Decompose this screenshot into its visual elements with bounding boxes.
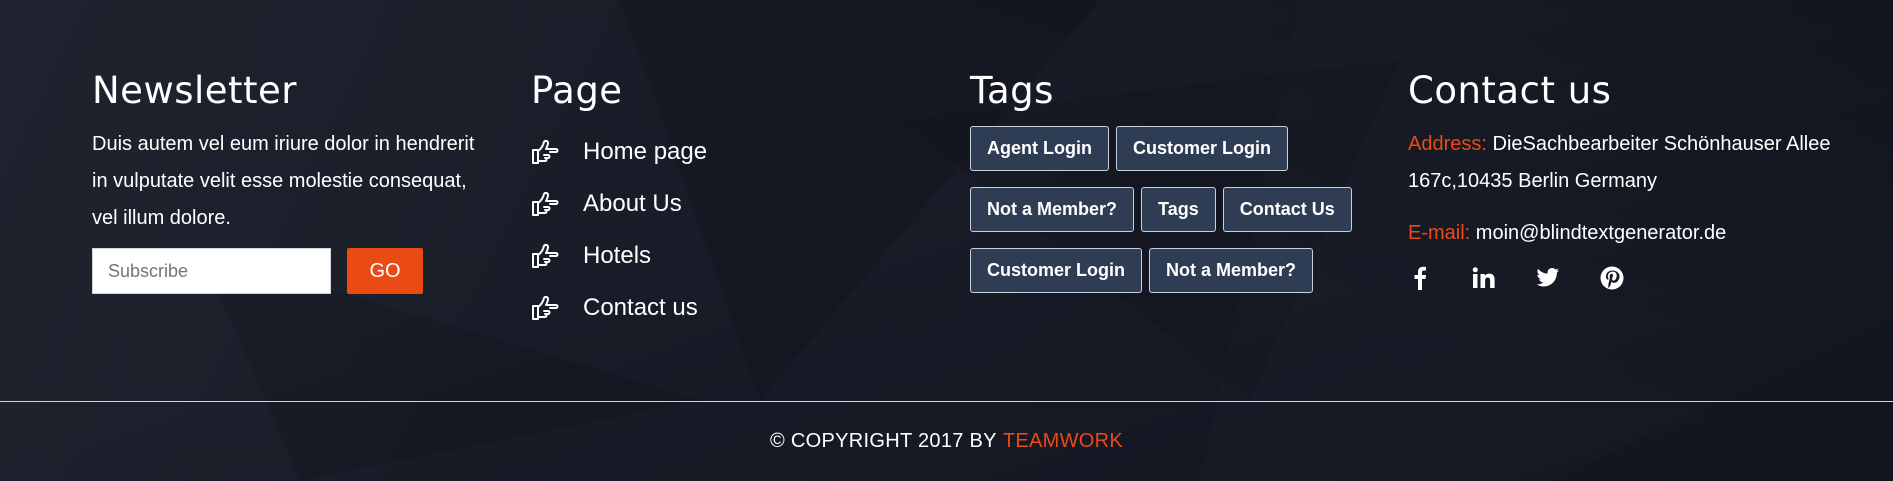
subscribe-input[interactable]: [92, 248, 331, 294]
tags-title: Tags: [970, 69, 1054, 112]
tag-customer-login[interactable]: Customer Login: [1115, 126, 1288, 171]
brand-link[interactable]: TEAMWORK: [1003, 430, 1123, 453]
tag-tags[interactable]: Tags: [1141, 187, 1216, 232]
social-links: [1408, 266, 1848, 290]
email-value[interactable]: moin@blindtextgenerator.de: [1476, 222, 1726, 244]
hand-pointing-right-icon: [532, 295, 559, 320]
copyright-text: © COPYRIGHT 2017 BY: [769, 430, 997, 452]
facebook-icon[interactable]: [1408, 266, 1432, 290]
tags-section: Tags Agent Login Customer Login Not a Me…: [970, 68, 1370, 309]
contact-email: E-mail: moin@blindtextgenerator.de: [1408, 215, 1848, 252]
page-link-label: Home page: [583, 138, 708, 165]
tag-contact-us[interactable]: Contact Us: [1222, 187, 1352, 232]
contact-title: Contact us: [1408, 69, 1612, 112]
tag-customer-login[interactable]: Customer Login: [970, 248, 1142, 293]
copyright-bar: © COPYRIGHT 2017 BY TEAMWORK: [0, 402, 1893, 481]
hand-pointing-right-icon: [532, 243, 559, 268]
contact-section: Contact us Address: DieSachbearbeiter Sc…: [1408, 68, 1848, 290]
page-link-label: Hotels: [583, 242, 652, 269]
tag-not-a-member[interactable]: Not a Member?: [970, 187, 1135, 232]
newsletter-text: Duis autem vel eum iriure dolor in hendr…: [92, 133, 475, 229]
newsletter-title: Newsletter: [92, 69, 298, 112]
tag-not-a-member[interactable]: Not a Member?: [1149, 248, 1314, 293]
linkedin-icon[interactable]: [1472, 266, 1496, 290]
twitter-icon[interactable]: [1536, 266, 1560, 290]
tag-agent-login[interactable]: Agent Login: [970, 126, 1109, 171]
tags-list: Agent Login Customer Login Not a Member?…: [970, 126, 1370, 309]
contact-address: Address: DieSachbearbeiter Schönhauser A…: [1408, 126, 1848, 200]
address-label: Address:: [1408, 133, 1487, 155]
page-link-label: Contact us: [583, 294, 698, 321]
page-section: Page Home page About Us Hotels Contact u…: [531, 68, 931, 334]
page-link-contact[interactable]: Contact us: [531, 282, 931, 334]
page-link-about[interactable]: About Us: [531, 178, 931, 230]
pinterest-icon[interactable]: [1600, 266, 1624, 290]
go-button[interactable]: GO: [347, 248, 423, 294]
email-label: E-mail:: [1408, 222, 1471, 244]
hand-pointing-right-icon: [532, 139, 559, 164]
page-links-list: Home page About Us Hotels Contact us: [531, 126, 931, 334]
page-title: Page: [531, 69, 623, 112]
newsletter-section: Newsletter Duis autem vel eum iriure dol…: [92, 68, 492, 294]
page-link-home[interactable]: Home page: [531, 126, 931, 178]
footer-top: Newsletter Duis autem vel eum iriure dol…: [0, 0, 1893, 400]
subscribe-form: GO: [92, 248, 492, 294]
hand-pointing-right-icon: [532, 191, 559, 216]
page-link-hotels[interactable]: Hotels: [531, 230, 931, 282]
page-link-label: About Us: [583, 190, 682, 217]
